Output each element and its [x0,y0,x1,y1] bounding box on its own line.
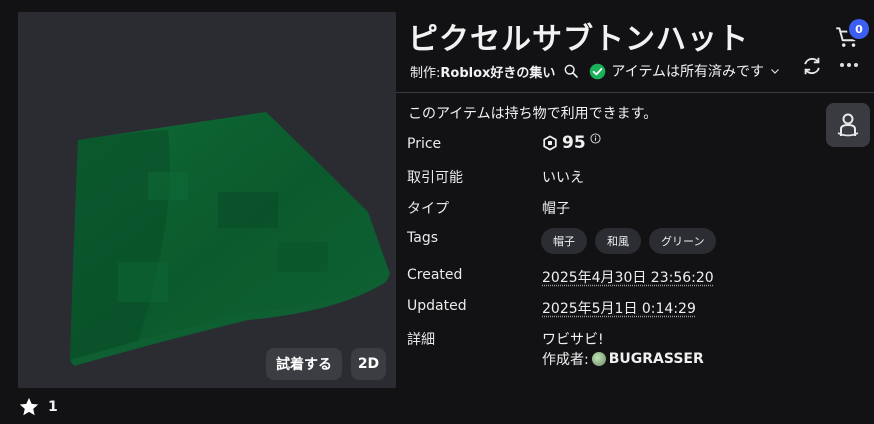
tag-chip[interactable]: グリーン [649,228,717,254]
creator-link[interactable]: Roblox好きの集い [440,62,555,81]
created-label: Created [407,267,463,283]
created-value: 2025年4月30日 23:56:20 [542,270,714,286]
description-label: 詳細 [407,332,435,348]
price-amount: 95 [562,133,586,153]
refresh-icon[interactable] [801,55,823,77]
more-icon[interactable] [840,63,858,67]
usable-note: このアイテムは持ち物で利用できます。 [408,106,658,122]
description-text: ワビサビ! [542,332,604,348]
chevron-down-icon[interactable] [769,65,781,77]
tags-label: Tags [407,230,438,246]
item-preview[interactable]: 試着する 2D [18,12,396,388]
price-label: Price [407,136,442,152]
updated-label: Updated [407,298,467,314]
check-circle-icon [590,63,606,79]
price-value: 95 [542,132,601,153]
item-subtitle-row: 制作: Roblox好きの集い アイテムは所有済みです [410,60,781,82]
tradable-value: いいえ [542,170,584,186]
updated-value: 2025年5月1日 0:14:29 [542,301,696,317]
view-2d-button[interactable]: 2D [351,348,386,380]
header-divider [396,92,874,93]
description-author: 作成者: BUGRASSER [542,349,704,369]
owned-status-text: アイテムは所有済みです [611,64,765,80]
tradable-label: 取引可能 [407,170,463,186]
hat-model-image [70,112,390,366]
star-icon[interactable] [18,396,40,418]
creator-prefix: 制作: [410,65,441,81]
cart-count-badge: 0 [849,19,869,39]
owned-status[interactable]: アイテムは所有済みです [589,61,781,81]
author-prefix: 作成者: [542,352,589,368]
tag-chip[interactable]: 和風 [595,228,641,254]
type-label: タイプ [407,201,449,217]
tag-chip[interactable]: 帽子 [541,228,587,254]
try-on-button[interactable]: 試着する [266,348,342,380]
item-title: ピクセルサブトンハット [408,22,749,57]
type-value: 帽子 [542,201,570,217]
avatar-icon [837,113,859,137]
search-icon[interactable] [563,63,579,79]
favorite-control[interactable]: 1 [18,396,58,418]
author-name[interactable]: BUGRASSER [609,351,704,367]
author-avatar[interactable] [591,352,606,366]
info-icon[interactable] [590,132,601,144]
avatar-preview-button[interactable] [826,103,870,147]
robux-icon [543,135,557,151]
favorite-count: 1 [48,399,58,415]
tags-list: 帽子 和風 グリーン [541,228,717,254]
